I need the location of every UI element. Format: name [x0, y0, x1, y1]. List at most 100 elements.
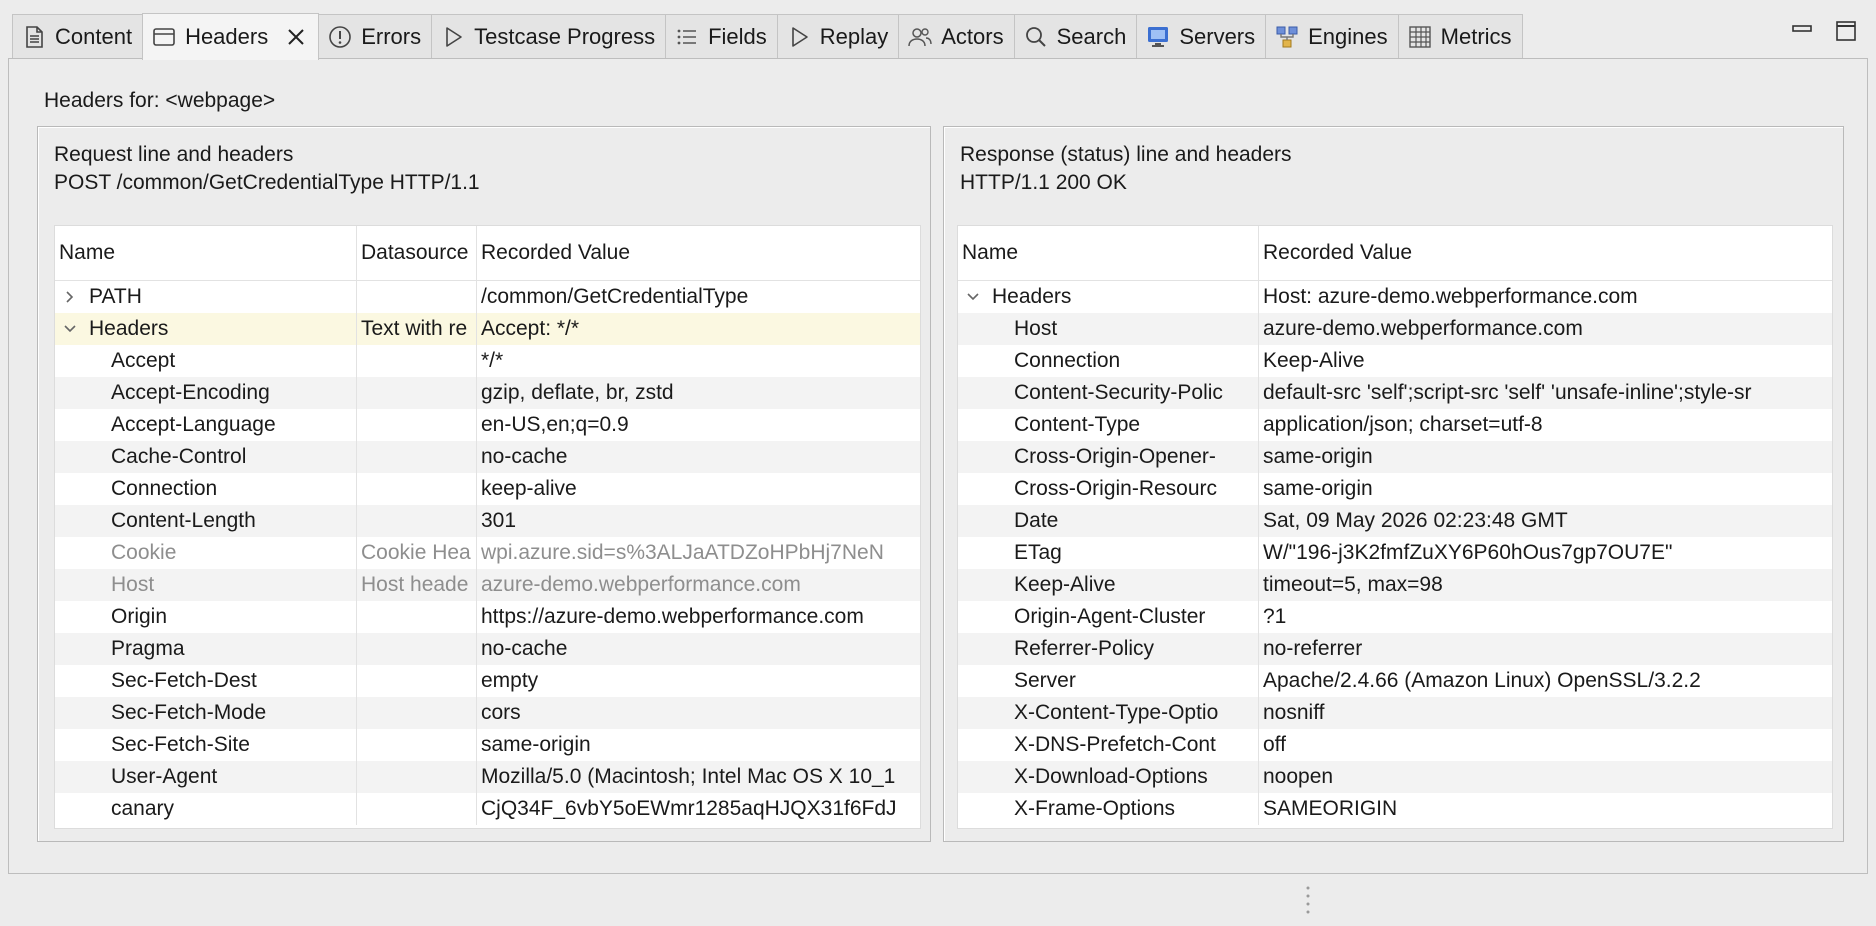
- response-headers-table[interactable]: Name Recorded Value Headers Host: azure-d…: [957, 225, 1833, 829]
- table-row[interactable]: Origin https://azure-demo.webperformance.…: [55, 601, 920, 633]
- recorded-value-cell: W/"196-j3K2fmfZuXY6P60hOus7gp7OU7E": [1259, 537, 1832, 569]
- table-row[interactable]: Sec-Fetch-Mode cors: [55, 697, 920, 729]
- recorded-value-cell: off: [1259, 729, 1832, 761]
- response-rows: Headers Host: azure-demo.webperformance.c…: [958, 281, 1832, 825]
- recorded-value-cell: same-origin: [477, 729, 920, 761]
- name-cell-text: Sec-Fetch-Mode: [111, 701, 267, 724]
- table-row[interactable]: canary CjQ34F_6vbY5oEWmr1285aqHJQX31f6FdJ: [55, 793, 920, 825]
- table-row[interactable]: Host Host heade azure-demo.webperformance.…: [55, 569, 920, 601]
- tab-label: Testcase Progress: [474, 23, 656, 49]
- name-cell: Cache-Control: [55, 441, 357, 473]
- table-row[interactable]: User-Agent Mozilla/5.0 (Macintosh; Intel …: [55, 761, 920, 793]
- table-row[interactable]: Referrer-Policy no-referrer: [958, 633, 1832, 665]
- table-row[interactable]: Sec-Fetch-Dest empty: [55, 665, 920, 697]
- recorded-value-cell: no-cache: [477, 441, 920, 473]
- tab-content[interactable]: Content: [12, 14, 144, 58]
- recorded-value-cell: keep-alive: [477, 473, 920, 505]
- name-cell-text: X-Frame-Options: [1014, 797, 1176, 820]
- table-row[interactable]: Connection Keep-Alive: [958, 345, 1832, 377]
- table-row[interactable]: Headers Text with re Accept: */*: [55, 313, 920, 345]
- table-row[interactable]: Content-Security-Polic default-src 'self'…: [958, 377, 1832, 409]
- table-row[interactable]: Cross-Origin-Resourc same-origin: [958, 473, 1832, 505]
- name-cell: Headers: [958, 281, 1259, 313]
- recorded-value-cell-text: gzip, deflate, br, zstd: [481, 381, 674, 404]
- recorded-value-cell: https://azure-demo.webperformance.com: [477, 601, 920, 633]
- table-row[interactable]: Cache-Control no-cache: [55, 441, 920, 473]
- grid-icon: [1408, 25, 1431, 48]
- table-row[interactable]: X-DNS-Prefetch-Cont off: [958, 729, 1832, 761]
- tab-headers[interactable]: Headers: [142, 13, 320, 60]
- table-row[interactable]: Origin-Agent-Cluster ?1: [958, 601, 1832, 633]
- table-row[interactable]: Keep-Alive timeout=5, max=98: [958, 569, 1832, 601]
- column-header-datasource[interactable]: Datasource: [357, 226, 477, 280]
- name-cell: Origin: [55, 601, 357, 633]
- column-header-recorded-value[interactable]: Recorded Value: [477, 226, 920, 280]
- name-cell: Date: [958, 505, 1259, 537]
- table-row[interactable]: Connection keep-alive: [55, 473, 920, 505]
- minimize-icon[interactable]: [1791, 20, 1813, 42]
- request-group-title: Request line and headers: [54, 143, 294, 166]
- resize-grip-icon[interactable]: [1305, 884, 1311, 916]
- chevron-down-icon[interactable]: [63, 322, 77, 336]
- column-header-recorded-value[interactable]: Recorded Value: [1259, 226, 1832, 280]
- recorded-value-cell-text: empty: [481, 669, 539, 692]
- datasource-cell: [357, 601, 477, 633]
- name-cell-text: Headers: [992, 285, 1072, 308]
- name-cell: User-Agent: [55, 761, 357, 793]
- name-cell-text: Accept: [111, 349, 176, 372]
- table-row[interactable]: Pragma no-cache: [55, 633, 920, 665]
- datasource-cell: Host heade: [357, 569, 477, 601]
- recorded-value-cell: Sat, 09 May 2026 02:23:48 GMT: [1259, 505, 1832, 537]
- table-row[interactable]: X-Content-Type-Optio nosniff: [958, 697, 1832, 729]
- tab-actors[interactable]: Actors: [898, 14, 1015, 58]
- name-cell: Connection: [958, 345, 1259, 377]
- name-cell: Pragma: [55, 633, 357, 665]
- request-headers-table[interactable]: Name Datasource Recorded Value PATH/comm…: [54, 225, 921, 829]
- table-row[interactable]: Content-Length 301: [55, 505, 920, 537]
- tab-errors[interactable]: Errors: [318, 14, 433, 58]
- table-row[interactable]: Sec-Fetch-Site same-origin: [55, 729, 920, 761]
- chevron-down-icon[interactable]: [966, 290, 980, 304]
- table-row[interactable]: Date Sat, 09 May 2026 02:23:48 GMT: [958, 505, 1832, 537]
- recorded-value-cell-text: default-src 'self';script-src 'self' 'un…: [1263, 381, 1752, 404]
- tab-testcase-progress[interactable]: Testcase Progress: [431, 14, 667, 58]
- name-cell-text: Sec-Fetch-Dest: [111, 669, 257, 692]
- tab-metrics[interactable]: Metrics: [1397, 14, 1523, 58]
- recorded-value-cell-text: noopen: [1263, 765, 1334, 788]
- recorded-value-cell: en-US,en;q=0.9: [477, 409, 920, 441]
- table-row[interactable]: Host azure-demo.webperformance.com: [958, 313, 1832, 345]
- table-row[interactable]: Cross-Origin-Opener-same-origin: [958, 441, 1832, 473]
- table-row[interactable]: ETag W/"196-j3K2fmfZuXY6P60hOus7gp7OU7E": [958, 537, 1832, 569]
- recorded-value-cell-text: SAMEORIGIN: [1263, 797, 1398, 820]
- name-cell: Content-Security-Polic: [958, 377, 1259, 409]
- chevron-right-icon[interactable]: [63, 290, 77, 304]
- tab-replay[interactable]: Replay: [776, 14, 900, 58]
- table-row[interactable]: Headers Host: azure-demo.webperformance.c…: [958, 281, 1832, 313]
- table-row[interactable]: PATH/common/GetCredentialType: [55, 281, 920, 313]
- column-header-name[interactable]: Name: [55, 226, 357, 280]
- table-row[interactable]: Cookie Cookie Hea wpi.azure.sid=s%3ALJaATD…: [55, 537, 920, 569]
- recorded-value-cell-text: Host: azure-demo.webperformance.com: [1263, 285, 1638, 308]
- maximize-icon[interactable]: [1835, 20, 1857, 42]
- table-row[interactable]: X-Download-Options noopen: [958, 761, 1832, 793]
- recorded-value-cell-text: W/"196-j3K2fmfZuXY6P60hOus7gp7OU7E": [1263, 541, 1673, 564]
- name-cell-text: Host: [1014, 317, 1058, 340]
- datasource-cell-text: Text with re: [361, 317, 468, 340]
- table-row[interactable]: Accept-Encoding gzip, deflate, br, zstd: [55, 377, 920, 409]
- recorded-value-cell-text: same-origin: [1263, 445, 1373, 468]
- column-header-name[interactable]: Name: [958, 226, 1259, 280]
- table-row[interactable]: Content-Type application/json; charset=ut…: [958, 409, 1832, 441]
- datasource-cell: Text with re: [357, 313, 477, 345]
- tab-servers[interactable]: Servers: [1136, 14, 1267, 58]
- close-tab-icon[interactable]: [284, 25, 308, 49]
- table-row[interactable]: X-Frame-Options SAMEORIGIN: [958, 793, 1832, 825]
- tab-fields[interactable]: Fields: [665, 14, 778, 58]
- table-row[interactable]: Accept */*: [55, 345, 920, 377]
- name-cell: Accept: [55, 345, 357, 377]
- table-row[interactable]: Server Apache/2.4.66 (Amazon Linux) OpenS…: [958, 665, 1832, 697]
- tab-search[interactable]: Search: [1013, 14, 1138, 58]
- name-cell-text: Headers: [89, 317, 169, 340]
- tab-engines[interactable]: Engines: [1265, 14, 1399, 58]
- tab-label: Fields: [708, 23, 767, 49]
- table-row[interactable]: Accept-Language en-US,en;q=0.9: [55, 409, 920, 441]
